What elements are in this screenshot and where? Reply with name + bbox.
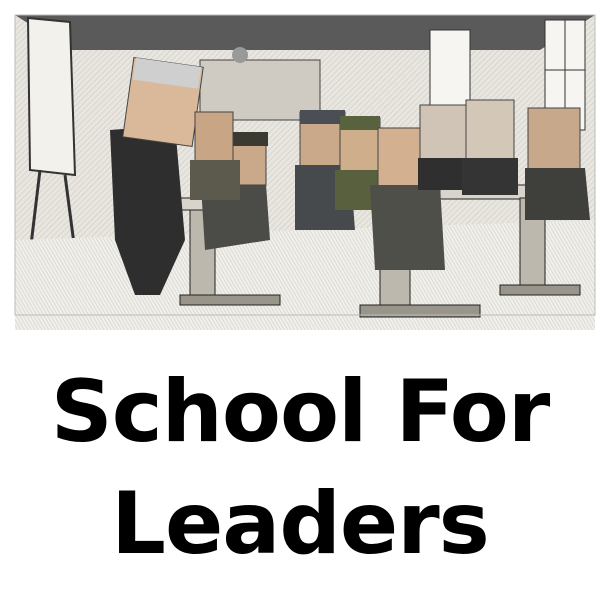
classroom-illustration	[0, 0, 600, 340]
caption-line-1: School For	[50, 362, 550, 462]
caption-line-2: Leaders	[111, 474, 490, 574]
meme-caption: School For Leaders	[0, 356, 600, 580]
chalkboard-easel	[26, 16, 77, 177]
ceiling	[15, 15, 595, 50]
student-8-face	[527, 107, 581, 171]
student-2	[190, 111, 240, 200]
student-7-face	[465, 99, 515, 161]
student-8	[525, 107, 590, 220]
bust-statue	[232, 47, 248, 63]
student-7	[462, 99, 518, 195]
student-2-face	[194, 111, 234, 163]
student-6-face	[419, 104, 467, 161]
classroom-engraving-svg	[14, 14, 596, 330]
